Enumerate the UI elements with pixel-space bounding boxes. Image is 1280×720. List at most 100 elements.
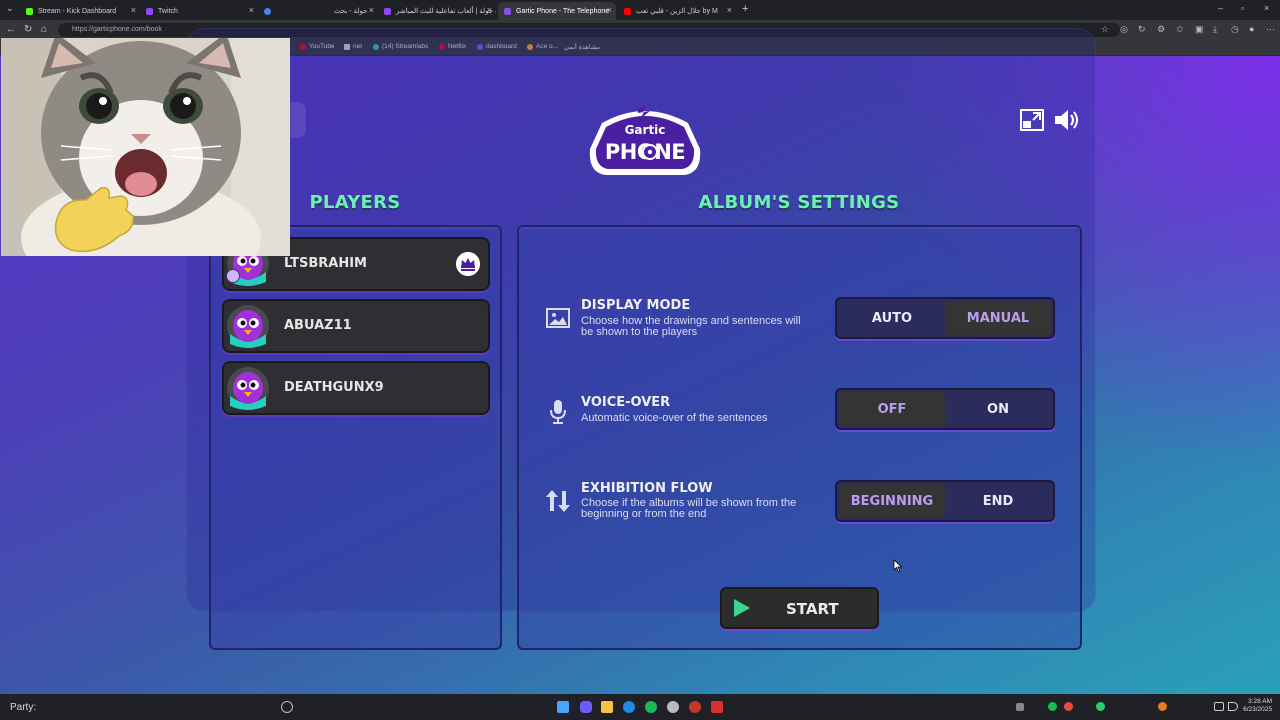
close-icon[interactable]: × [607,5,612,15]
search-icon [264,7,271,15]
download-icon[interactable]: ⤓ [1213,24,1223,34]
fullscreen-icon[interactable] [1019,108,1045,132]
tray-app-icon[interactable] [1064,702,1073,711]
tray-app-icon[interactable] [1158,702,1167,711]
close-window-button[interactable]: × [1264,3,1269,13]
tab-search-icon[interactable]: ⌄ [6,3,14,14]
svg-text:Gartic: Gartic [625,123,666,137]
history-icon[interactable]: ◷ [1231,24,1241,34]
tab-jawla[interactable]: لعبة جولة | ألعاب تفاعلية للبث المباشر × [378,2,496,20]
tab-kick-dashboard[interactable]: Stream - Kick Dashboard × [20,2,140,20]
exhibition-flow-end-option[interactable]: END [945,484,1051,518]
exhibition-flow-title: EXHIBITION FLOW [581,481,713,496]
avatar [227,367,269,410]
description-line: Automatic voice-over of the sentences [581,412,768,424]
close-icon[interactable]: × [131,5,136,15]
app-icon[interactable] [711,701,723,713]
tab-gartic-phone[interactable]: Gartic Phone - The Telephone × [498,2,616,20]
more-icon[interactable]: ⋯ [1266,24,1276,34]
display-mode-auto-option[interactable]: AUTO [839,301,945,335]
tab-label: Stream - Kick Dashboard [38,7,117,15]
volume-icon[interactable] [1228,702,1238,711]
maximize-button[interactable]: ▫ [1241,3,1244,13]
voice-over-description: Automatic voice-over of the sentences [581,413,831,424]
minimize-button[interactable]: – [1218,3,1223,13]
tray-chevron-icon[interactable] [1016,703,1024,711]
profile-icon[interactable]: ● [1249,24,1259,34]
start-menu-icon[interactable] [557,701,569,713]
microphone-icon [550,400,566,424]
close-icon[interactable]: × [249,5,254,15]
settings-title: ALBUM'S SETTINGS [698,192,900,213]
tab-youtube-music[interactable]: جلال الزين - قلبي تعب by M × [618,2,736,20]
start-button[interactable]: START [720,587,879,629]
mouse-cursor-icon [893,559,903,573]
teams-icon[interactable] [580,701,592,713]
sort-arrows-icon [546,490,570,512]
voice-over-title: VOICE-OVER [581,395,671,410]
reload-icon[interactable]: ↻ [24,24,32,35]
voice-over-on-option[interactable]: ON [945,392,1051,426]
clock-date: 6/23/2025 [1243,706,1272,713]
player-row: ABUAZ11 [222,299,490,353]
display-mode-toggle: AUTO MANUAL [835,297,1055,339]
network-icon[interactable] [1214,702,1224,711]
gartic-phone-logo: Gartic PHONE [589,105,701,175]
exhibition-flow-beginning-option[interactable]: BEGINNING [839,484,945,518]
user-badge-icon [226,269,240,283]
tray-app-icon[interactable] [1096,702,1105,711]
display-mode-description: Choose how the drawings and sentences wi… [581,316,831,338]
new-tab-button[interactable]: + [742,3,748,15]
edge-icon[interactable] [623,701,635,713]
tab-label: لعبة جولة | ألعاب تفاعلية للبث المباشر [396,8,496,15]
favorites-icon[interactable]: ✩ [1176,24,1186,34]
play-icon [734,599,750,617]
tab-label: جلال الزين - قلبي تعب by M [636,8,718,15]
description-line: beginning or from the end [581,508,707,520]
tray-spotify-icon[interactable] [1048,702,1057,711]
tab-twitch[interactable]: Twitch × [140,2,258,20]
star-icon[interactable]: ☆ [1101,24,1111,34]
player-name: ABUAZ11 [284,318,352,333]
party-label: Party: [10,702,37,713]
player-row: DEATHGUNX9 [222,361,490,415]
clock-time: 3:28 AM [1248,698,1272,705]
settings-icon[interactable] [667,701,679,713]
close-icon[interactable]: × [487,5,492,15]
tab-label: جولة - بحث [334,8,368,15]
close-icon[interactable]: × [727,5,732,15]
side-tab[interactable] [290,102,306,138]
collections-icon[interactable]: ▣ [1195,24,1205,34]
kick-icon [26,7,33,15]
webcam-overlay [1,38,290,256]
start-label: START [786,600,839,618]
close-icon[interactable]: × [369,5,374,15]
settings-icon[interactable]: ⚙ [1157,24,1167,34]
tab-label: Twitch [158,7,178,15]
chatgpt-icon[interactable] [281,701,293,713]
speaker-icon[interactable] [1052,108,1080,132]
refresh-ext-icon[interactable]: ↻ [1138,24,1148,34]
avatar [227,305,269,348]
voice-over-toggle: OFF ON [835,388,1055,430]
voice-over-off-option[interactable]: OFF [839,392,945,426]
home-icon[interactable]: ⌂ [41,24,47,35]
obs-icon[interactable] [689,701,701,713]
tab-label: Gartic Phone - The Telephone [516,7,610,15]
description-line: be shown to the players [581,326,698,338]
tab-search[interactable]: جولة - بحث × [258,2,378,20]
jawla-icon [384,7,391,15]
system-clock[interactable]: 3:28 AM 6/23/2025 [1243,698,1272,714]
crown-icon [456,252,480,276]
extension-icon[interactable]: ◎ [1120,24,1130,34]
player-name: LTSBRAHIM [284,256,367,271]
twitch-icon [146,7,153,15]
file-explorer-icon[interactable] [601,701,613,713]
display-mode-manual-option[interactable]: MANUAL [945,301,1051,335]
browser-tab-bar: ⌄ Stream - Kick Dashboard × Twitch × جول… [0,0,1280,20]
gartic-icon [504,7,511,15]
spotify-icon[interactable] [645,701,657,713]
back-icon[interactable]: ← [6,24,16,35]
windows-taskbar: Party: 3:28 AM 6/23/2025 [0,694,1280,720]
exhibition-flow-description: Choose if the albums will be shown from … [581,498,831,520]
